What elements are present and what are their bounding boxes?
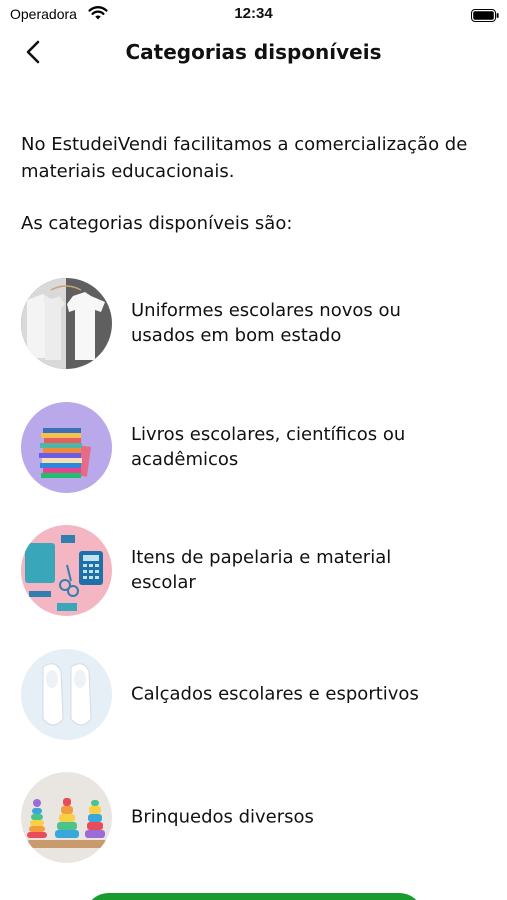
toys-image <box>21 772 112 863</box>
category-label: Brinquedos diversos <box>131 806 314 828</box>
uniform-image <box>21 278 112 369</box>
stationery-image <box>21 525 112 616</box>
navigation-bar: Categorias disponíveis <box>0 30 507 76</box>
category-list: Uniformes escolares novos ou usados em b… <box>0 278 507 896</box>
category-label: Calçados escolares e esportivos <box>131 683 419 704</box>
category-label: Uniformes escolares novos ou usados em b… <box>131 300 401 346</box>
primary-action-button[interactable] <box>84 893 424 900</box>
categories-heading: As categorias disponíveis são: <box>21 213 293 234</box>
category-label: Livros escolares, científicos ou acadêmi… <box>131 423 406 470</box>
category-item-books[interactable]: Livros escolares, científicos ou acadêmi… <box>0 401 507 526</box>
status-bar: Operadora 12:34 <box>0 0 507 30</box>
battery-icon <box>471 7 499 22</box>
category-item-stationery[interactable]: Itens de papelaria e material escolar <box>0 525 507 649</box>
category-item-uniforms[interactable]: Uniformes escolares novos ou usados em b… <box>0 278 507 402</box>
clock-time: 12:34 <box>234 5 273 22</box>
category-item-toys[interactable]: Brinquedos diversos <box>0 772 507 896</box>
category-item-shoes[interactable]: Calçados escolares e esportivos <box>0 648 507 773</box>
category-label: Itens de papelaria e material escolar <box>131 547 392 593</box>
books-image <box>21 401 112 493</box>
page-title: Categorias disponíveis <box>125 40 382 64</box>
shoes-image <box>21 648 112 740</box>
intro-text: No EstudeiVendi facilitamos a comerciali… <box>21 134 468 182</box>
